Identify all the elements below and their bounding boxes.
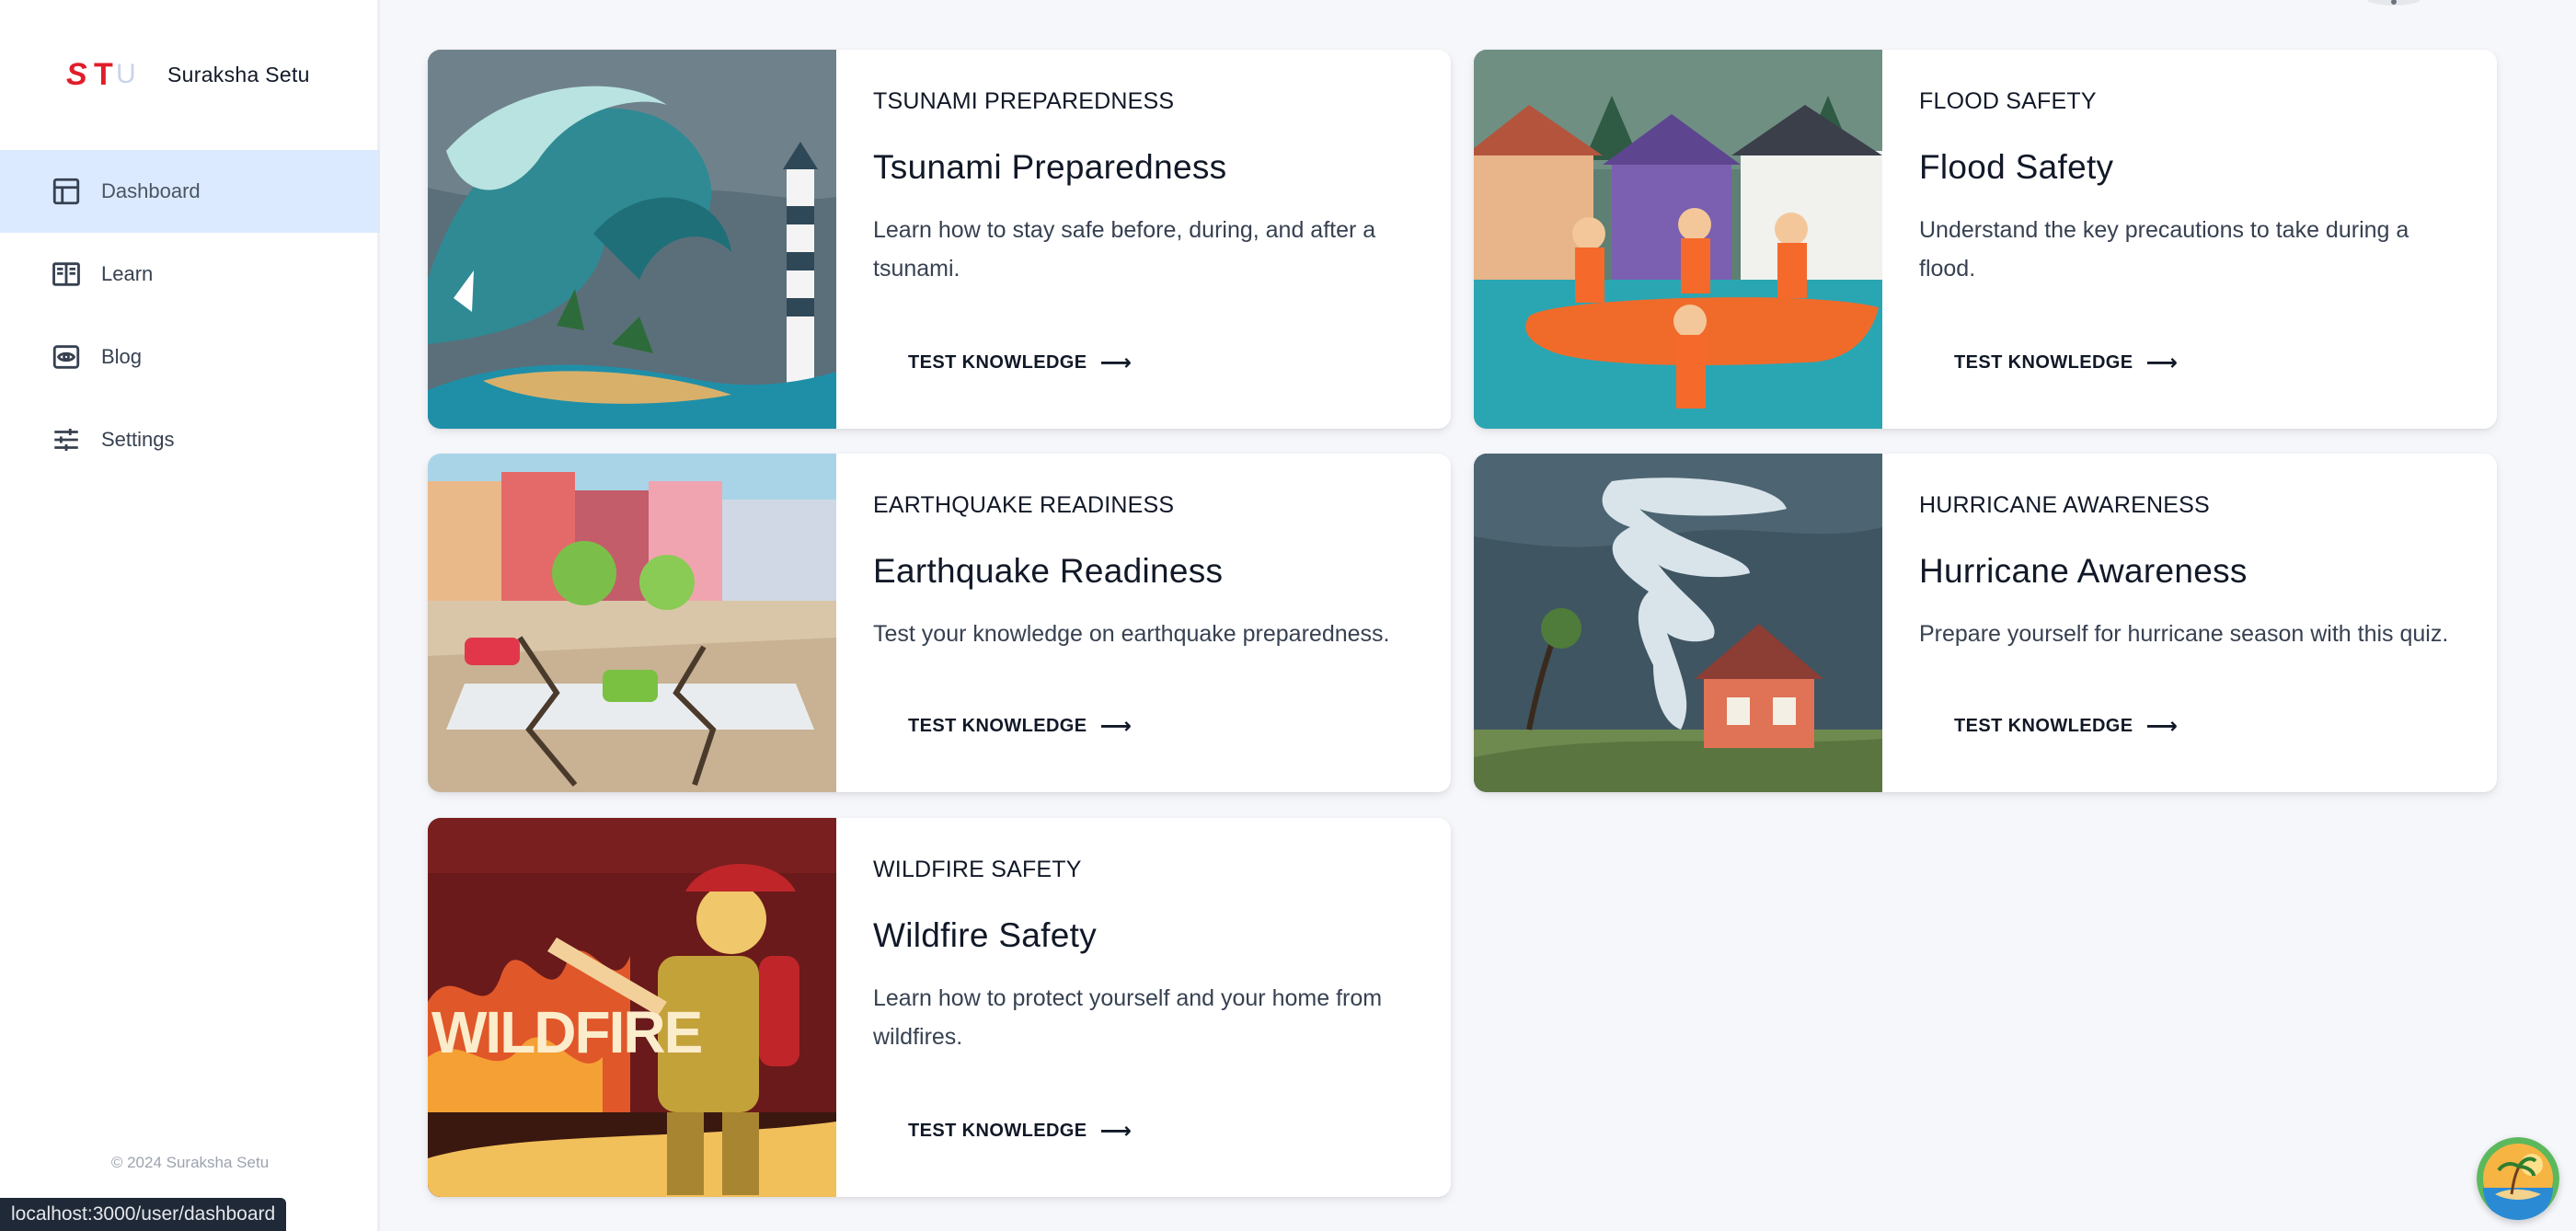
quiz-card-hurricane: HURRICANE AWARENESS Hurricane Awareness … <box>1474 454 2497 792</box>
wildfire-illustration: WILDFIRE <box>428 818 836 1197</box>
card-description: Learn how to stay safe before, during, a… <box>873 217 1376 282</box>
card-body: HURRICANE AWARENESS Hurricane Awareness … <box>1882 454 2497 792</box>
arrow-right-icon: ⟶ <box>2145 714 2179 739</box>
card-title: Tsunami Preparedness <box>873 148 1227 186</box>
wildfire-image-text: WILDFIRE <box>431 999 702 1065</box>
button-label: TEST KNOWLEDGE <box>1954 716 2133 736</box>
card-body: WILDFIRE SAFETY Wildfire Safety Learn ho… <box>836 818 1451 1197</box>
card-category: TSUNAMI PREPAREDNESS <box>873 88 1175 114</box>
sidebar-item-label: Dashboard <box>101 179 201 202</box>
eye-icon <box>50 340 83 374</box>
card-description: Learn how to protect yourself and your h… <box>873 985 1383 1050</box>
card-body: FLOOD SAFETY Flood Safety Understand the… <box>1882 50 2497 429</box>
test-knowledge-button[interactable]: TEST KNOWLEDGE ⟶ <box>1954 713 2178 740</box>
sidebar-item-label: Settings <box>101 428 175 451</box>
quiz-card-wildfire: WILDFIRE WILDFIRE SAFETY Wildfire Safety… <box>428 818 1451 1197</box>
card-description: Prepare yourself for hurricane season wi… <box>1919 621 2449 647</box>
card-title: Hurricane Awareness <box>1919 552 2248 590</box>
test-knowledge-button[interactable]: TEST KNOWLEDGE ⟶ <box>908 350 1132 376</box>
test-knowledge-button[interactable]: TEST KNOWLEDGE ⟶ <box>908 713 1132 740</box>
arrow-right-icon: ⟶ <box>2145 351 2179 375</box>
test-knowledge-button[interactable]: TEST KNOWLEDGE ⟶ <box>908 1118 1132 1145</box>
sidebar: STU Suraksha Setu Dashboard Learn Blog S… <box>0 0 380 1231</box>
beach-icon <box>2477 1137 2559 1220</box>
tsunami-illustration <box>428 50 836 429</box>
sidebar-item-learn[interactable]: Learn <box>0 233 380 316</box>
card-description: Test your knowledge on earthquake prepar… <box>873 621 1390 647</box>
test-knowledge-button[interactable]: TEST KNOWLEDGE ⟶ <box>1954 350 2178 376</box>
quiz-card-flood: FLOOD SAFETY Flood Safety Understand the… <box>1474 50 2497 429</box>
sidebar-item-label: Learn <box>101 262 154 285</box>
dashboard-icon <box>50 175 83 208</box>
sidebar-item-blog[interactable]: Blog <box>0 316 380 398</box>
flood-illustration <box>1474 50 1882 429</box>
button-label: TEST KNOWLEDGE <box>1954 352 2133 373</box>
sidebar-item-settings[interactable]: Settings <box>0 398 380 481</box>
arrow-right-icon: ⟶ <box>1099 351 1133 375</box>
sidebar-item-dashboard[interactable]: Dashboard <box>0 150 380 233</box>
quiz-card-tsunami: TSUNAMI PREPAREDNESS Tsunami Preparednes… <box>428 50 1451 429</box>
brand-logo: STU <box>66 57 136 92</box>
card-title: Wildfire Safety <box>873 916 1098 954</box>
sidebar-nav: Dashboard Learn Blog Settings <box>0 150 380 481</box>
arrow-right-icon: ⟶ <box>1099 714 1133 739</box>
hurricane-illustration <box>1474 454 1882 792</box>
card-body: EARTHQUAKE READINESS Earthquake Readines… <box>836 454 1451 792</box>
card-category: EARTHQUAKE READINESS <box>873 492 1175 518</box>
browser-status-url: localhost:3000/user/dashboard <box>0 1198 287 1231</box>
brand-name: Suraksha Setu <box>167 62 310 86</box>
button-label: TEST KNOWLEDGE <box>908 716 1087 736</box>
user-avatar[interactable] <box>2368 0 2420 7</box>
card-category: WILDFIRE SAFETY <box>873 857 1082 882</box>
earthquake-illustration <box>428 454 836 792</box>
sliders-icon <box>50 423 83 456</box>
book-icon <box>50 258 83 291</box>
brand[interactable]: STU Suraksha Setu <box>63 52 310 98</box>
card-category: HURRICANE AWARENESS <box>1919 492 2210 518</box>
chat-assistant-button[interactable] <box>2477 1137 2559 1220</box>
arrow-right-icon: ⟶ <box>1099 1119 1133 1144</box>
copyright-text: © 2024 Suraksha Setu <box>110 1154 270 1171</box>
card-description: Understand the key precautions to take d… <box>1919 217 2409 282</box>
button-label: TEST KNOWLEDGE <box>908 1121 1087 1141</box>
card-body: TSUNAMI PREPAREDNESS Tsunami Preparednes… <box>836 50 1451 429</box>
card-title: Earthquake Readiness <box>873 552 1224 590</box>
button-label: TEST KNOWLEDGE <box>908 352 1087 373</box>
sidebar-item-label: Blog <box>101 345 143 368</box>
quiz-card-earthquake: EARTHQUAKE READINESS Earthquake Readines… <box>428 454 1451 792</box>
card-title: Flood Safety <box>1919 148 2114 186</box>
card-category: FLOOD SAFETY <box>1919 88 2097 114</box>
